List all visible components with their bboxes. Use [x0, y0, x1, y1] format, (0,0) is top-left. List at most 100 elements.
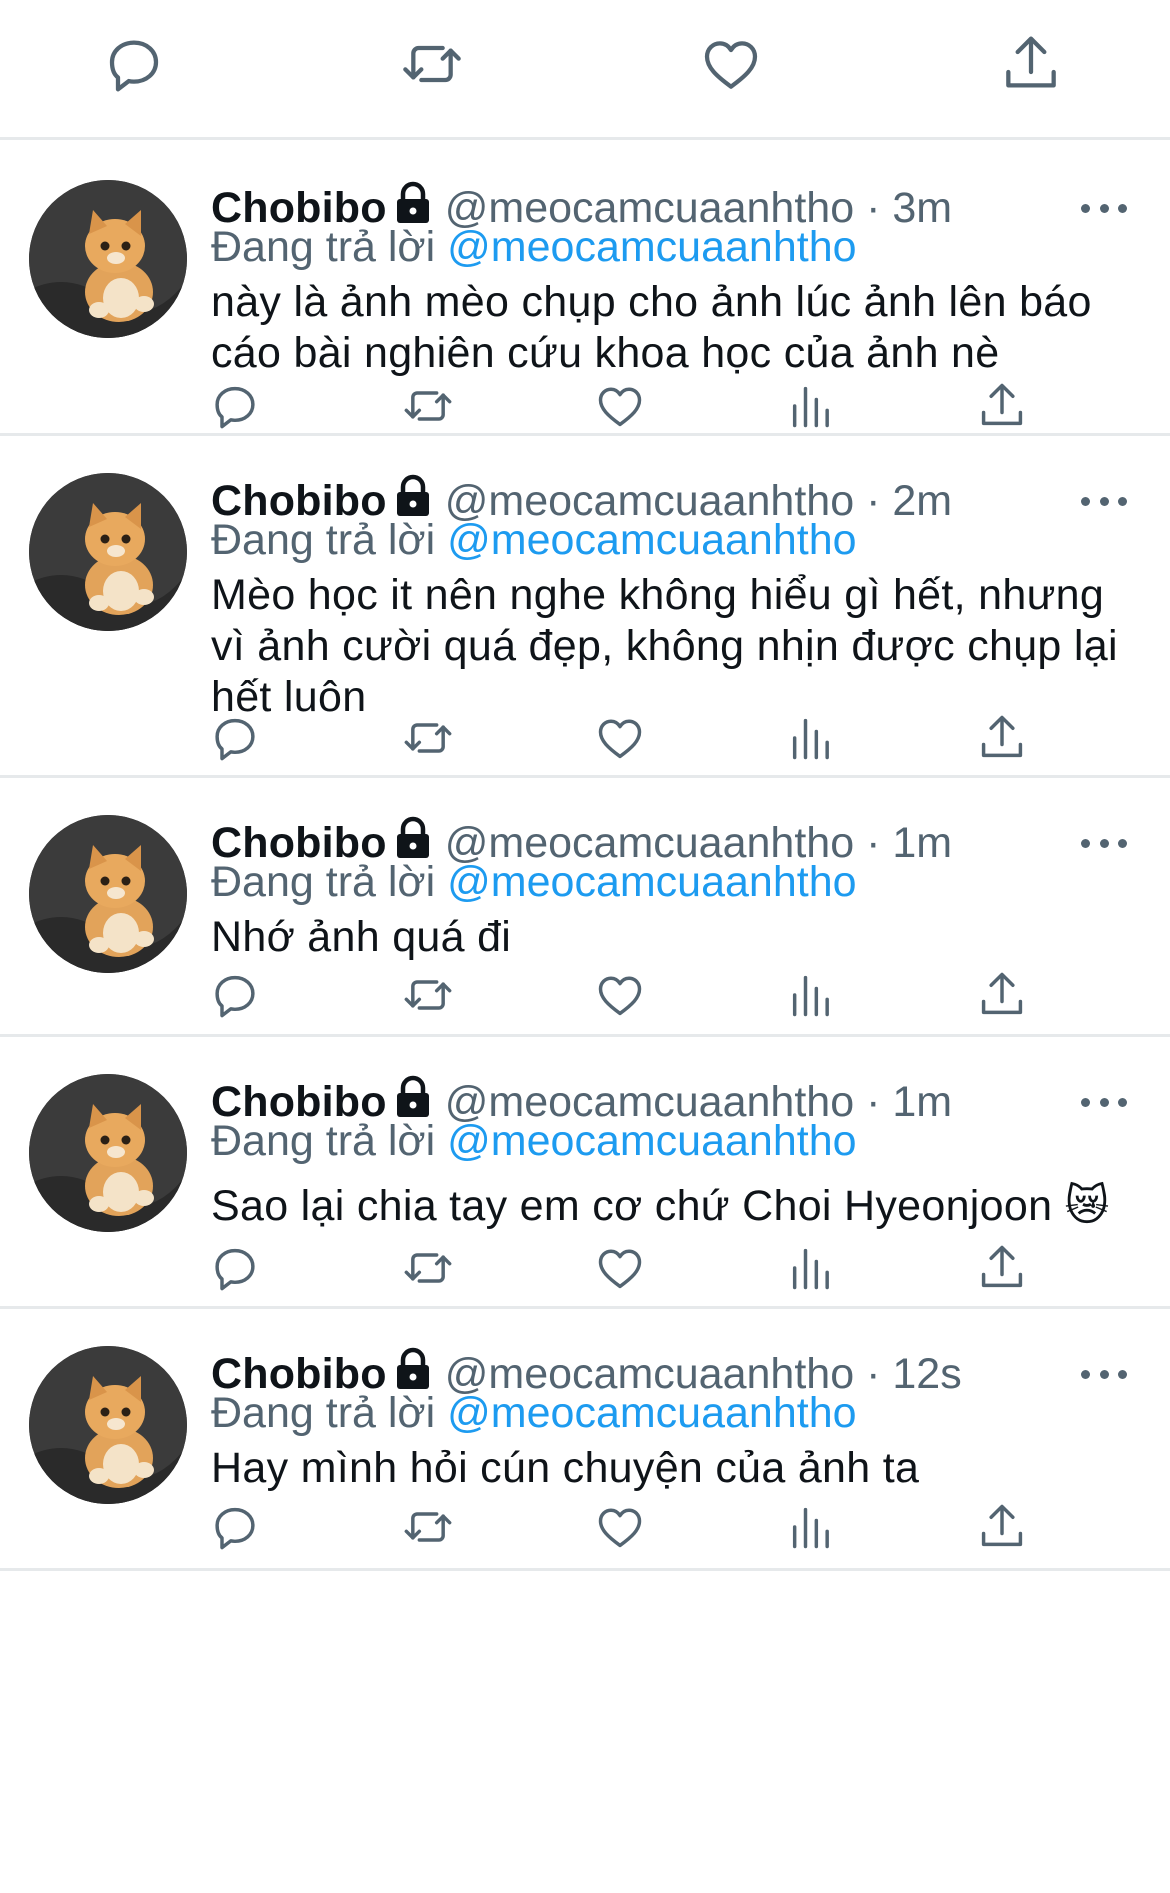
replying-to: Đang trả lời @meocamcuaanhtho — [211, 1115, 857, 1167]
tweet[interactable]: Chobibo @meocamcuaanhtho · 1m Đang trả lờ… — [0, 775, 1170, 1037]
cat-avatar-image — [29, 1074, 187, 1232]
reply-button[interactable] — [207, 710, 263, 766]
reply-button[interactable] — [207, 378, 263, 434]
more-options-button[interactable] — [1081, 833, 1127, 853]
separator: · — [866, 1078, 881, 1126]
replying-to: Đang trả lời @meocamcuaanhtho — [211, 221, 857, 273]
share-button[interactable] — [997, 30, 1065, 98]
cat-avatar-image — [29, 1346, 187, 1504]
more-dot-icon — [1099, 496, 1109, 506]
cat-avatar-image — [29, 815, 187, 973]
retweet-button[interactable] — [400, 1240, 456, 1296]
more-options-button[interactable] — [1081, 491, 1127, 511]
more-dot-icon — [1081, 1097, 1090, 1107]
more-dot-icon — [1099, 203, 1109, 213]
tweet-actions — [0, 710, 1170, 770]
tweet[interactable]: Chobibo @meocamcuaanhtho · 2m Đang trả lờ… — [0, 433, 1170, 778]
like-button[interactable] — [592, 710, 648, 766]
retweet-button[interactable] — [400, 710, 456, 766]
reply-icon — [215, 1248, 255, 1291]
analytics-icon — [792, 1507, 829, 1549]
more-options-button[interactable] — [1081, 1364, 1127, 1384]
cat-avatar-image — [29, 473, 187, 631]
avatar[interactable] — [29, 473, 187, 631]
lock-icon — [393, 1075, 433, 1119]
reply-button[interactable] — [100, 30, 168, 98]
retweet-icon — [404, 723, 452, 753]
tweet[interactable]: Chobibo @meocamcuaanhtho · 1m Đang trả lờ… — [0, 1034, 1170, 1309]
more-options-button[interactable] — [1081, 1092, 1127, 1112]
more-dot-icon — [1081, 838, 1090, 848]
like-icon — [598, 1249, 642, 1289]
retweet-icon — [404, 1253, 452, 1283]
reply-mention-link[interactable]: @meocamcuaanhtho — [447, 1117, 856, 1165]
reply-icon — [215, 386, 255, 429]
avatar[interactable] — [29, 815, 187, 973]
analytics-icon — [792, 718, 829, 760]
timestamp[interactable]: 2m — [892, 477, 952, 525]
like-icon — [598, 976, 642, 1016]
analytics-icon — [792, 386, 829, 428]
reply-mention-link[interactable]: @meocamcuaanhtho — [447, 516, 856, 564]
retweet-icon — [404, 391, 452, 421]
share-button[interactable] — [974, 1240, 1030, 1296]
retweet-button[interactable] — [400, 378, 456, 434]
more-dot-icon — [1081, 1369, 1090, 1379]
avatar[interactable] — [29, 180, 187, 338]
reply-mention-link[interactable]: @meocamcuaanhtho — [447, 223, 856, 271]
tweet[interactable]: Chobibo @meocamcuaanhtho · 3m Đang trả lờ… — [0, 140, 1170, 436]
retweet-button[interactable] — [398, 30, 466, 98]
cat-avatar-image — [29, 180, 187, 338]
like-icon — [704, 41, 758, 89]
like-button[interactable] — [697, 30, 765, 98]
retweet-icon — [404, 980, 452, 1010]
replying-to: Đang trả lời @meocamcuaanhtho — [211, 1387, 857, 1439]
reply-prefix: Đang trả lời — [211, 516, 436, 564]
avatar[interactable] — [29, 1074, 187, 1232]
more-dot-icon — [1099, 1369, 1109, 1379]
analytics-button[interactable] — [784, 710, 840, 766]
like-button[interactable] — [592, 1240, 648, 1296]
reply-button[interactable] — [207, 1240, 263, 1296]
tweet-text: Sao lại chia tay em cơ chứ Choi Hyeonjoo… — [211, 1182, 1110, 1230]
reply-mention-link[interactable]: @meocamcuaanhtho — [447, 1389, 856, 1437]
analytics-button[interactable] — [784, 1499, 840, 1555]
more-dot-icon — [1118, 1097, 1127, 1107]
analytics-icon — [792, 1248, 829, 1290]
retweet-button[interactable] — [400, 1499, 456, 1555]
share-icon — [981, 1245, 1023, 1288]
share-button[interactable] — [974, 1499, 1030, 1555]
reply-mention-link[interactable]: @meocamcuaanhtho — [447, 858, 856, 906]
reply-prefix: Đang trả lời — [211, 1389, 436, 1437]
share-button[interactable] — [974, 967, 1030, 1023]
analytics-button[interactable] — [784, 378, 840, 434]
retweet-button[interactable] — [400, 967, 456, 1023]
more-dot-icon — [1081, 203, 1090, 213]
retweet-icon — [403, 45, 461, 83]
reply-button[interactable] — [207, 1499, 263, 1555]
timestamp[interactable]: 12s — [892, 1350, 961, 1398]
more-dot-icon — [1081, 496, 1090, 506]
reply-icon — [215, 718, 255, 761]
analytics-button[interactable] — [784, 967, 840, 1023]
timestamp[interactable]: 1m — [892, 819, 952, 867]
reply-prefix: Đang trả lời — [211, 223, 436, 271]
tweet-text: Mèo học it nên nghe không hiểu gì hết, n… — [211, 571, 1118, 721]
more-options-button[interactable] — [1081, 198, 1127, 218]
tweet-actions — [0, 1499, 1170, 1559]
timestamp[interactable]: 1m — [892, 1078, 952, 1126]
avatar[interactable] — [29, 1346, 187, 1504]
analytics-button[interactable] — [784, 1240, 840, 1296]
share-button[interactable] — [974, 710, 1030, 766]
reply-button[interactable] — [207, 967, 263, 1023]
tweet[interactable]: Chobibo @meocamcuaanhtho · 12s Đang trả l… — [0, 1306, 1170, 1571]
like-button[interactable] — [592, 378, 648, 434]
replying-to: Đang trả lời @meocamcuaanhtho — [211, 514, 857, 566]
retweet-icon — [404, 1512, 452, 1542]
lock-icon — [393, 181, 433, 225]
timestamp[interactable]: 3m — [892, 184, 952, 232]
like-icon — [598, 1508, 642, 1548]
share-button[interactable] — [974, 378, 1030, 434]
like-button[interactable] — [592, 1499, 648, 1555]
like-button[interactable] — [592, 967, 648, 1023]
